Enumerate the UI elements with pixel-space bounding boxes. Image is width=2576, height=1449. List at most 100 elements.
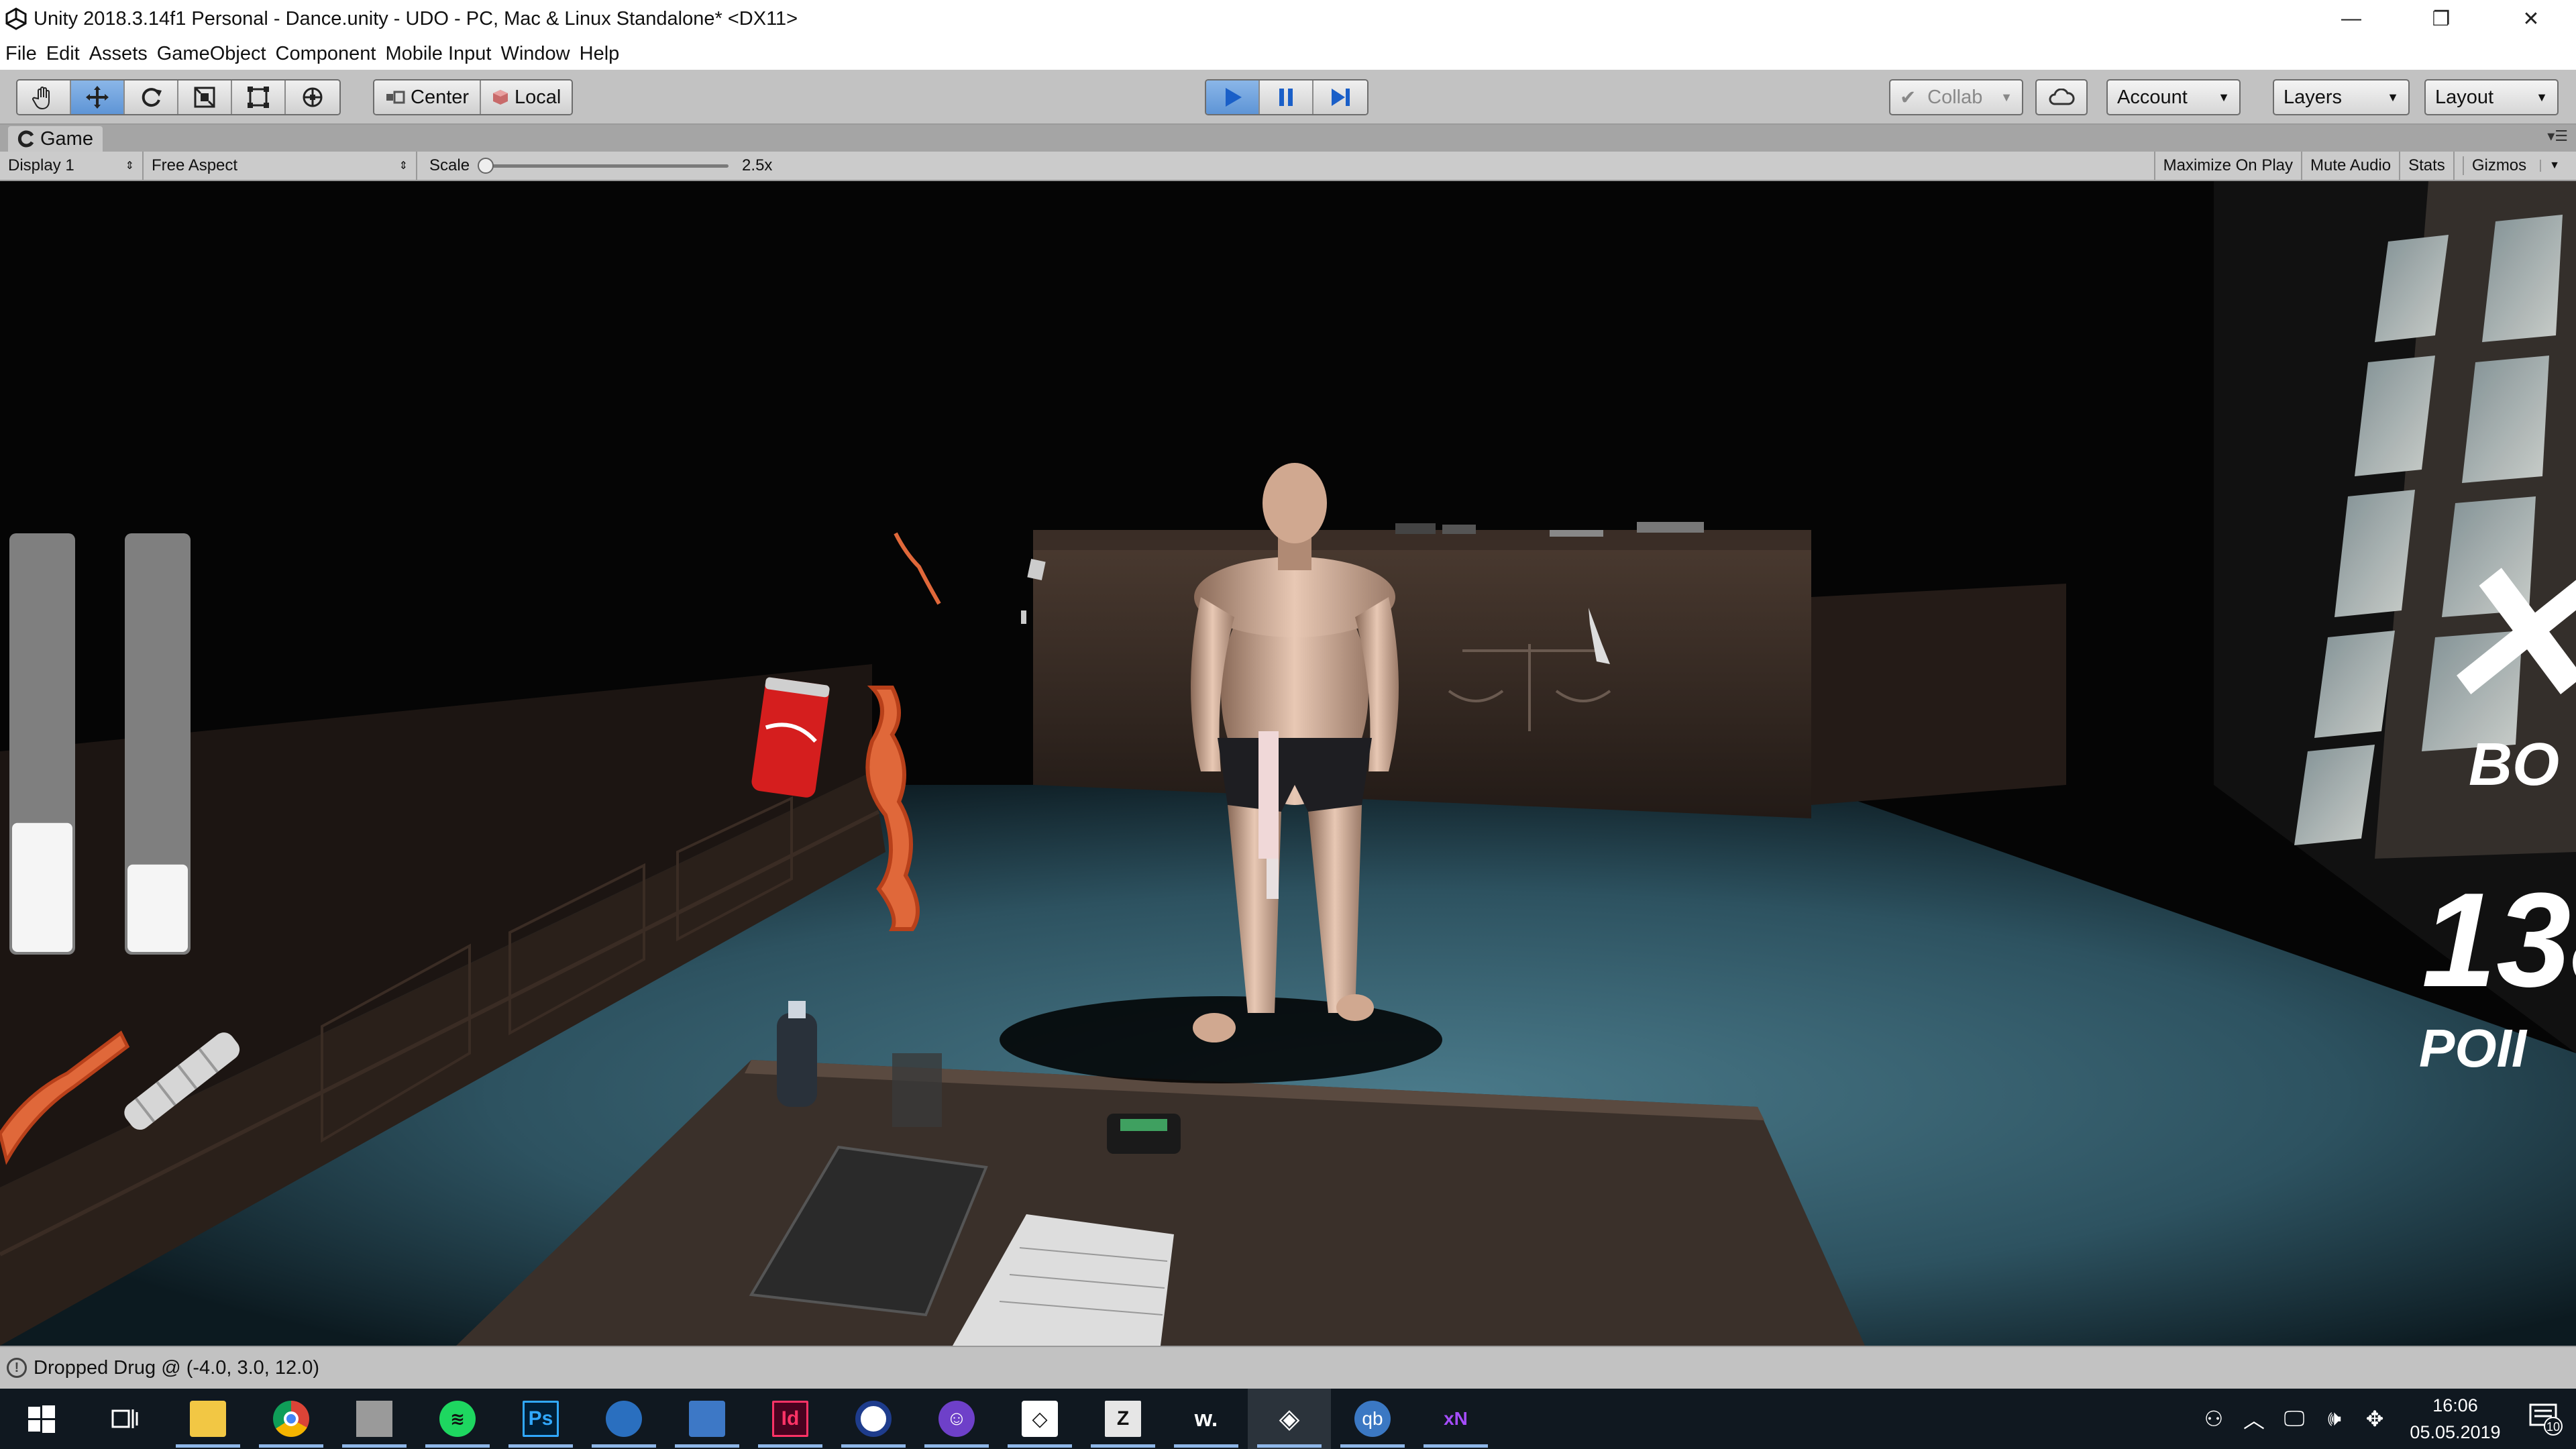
qbittorrent-icon: qb	[1354, 1401, 1391, 1437]
network-icon[interactable]: 🖵	[2274, 1406, 2314, 1432]
display-label: Display 1	[8, 156, 74, 174]
scale-slider[interactable]	[478, 158, 729, 174]
taskbar-chrome[interactable]	[250, 1389, 333, 1449]
close-button[interactable]: ✕	[2486, 0, 2576, 38]
action-center-button[interactable]: 10	[2516, 1401, 2576, 1437]
game-tab-header: Game ▾☰	[0, 125, 2576, 152]
display-dropdown[interactable]: Display 1 ⇕	[0, 152, 144, 180]
toolbar: Center Local ✔ Collab ▼ Account ▼ Layers…	[0, 70, 2576, 125]
taskbar-photoshop[interactable]: Ps	[499, 1389, 582, 1449]
pause-button[interactable]	[1260, 80, 1313, 114]
cloud-button[interactable]	[2035, 79, 2088, 115]
meter-1-fill	[12, 822, 72, 952]
taskbar-indesign[interactable]: Id	[749, 1389, 832, 1449]
system-tray: ⚇ ︿ 🖵 🕪 ✥ 16:06 05.05.2019 10	[2194, 1389, 2576, 1449]
menu-component[interactable]: Component	[276, 43, 376, 65]
rect-tool-button[interactable]	[232, 80, 286, 114]
status-bar: ! Dropped Drug @ (-4.0, 3.0, 12.0)	[0, 1346, 2576, 1389]
windows-taskbar: ≋ Ps Id ☺ ◇ Z w. ◈ qb xN ⚇ ︿ 🖵 🕪 ✥ 16:06…	[0, 1389, 2576, 1449]
wacom-icon: w.	[1194, 1405, 1218, 1432]
multiplier-x-icon: ✕	[2428, 522, 2576, 747]
chrome-icon	[273, 1401, 309, 1437]
menu-assets[interactable]: Assets	[89, 43, 148, 65]
game-view[interactable]: ✕ BO 138 POII	[0, 181, 2576, 1346]
indesign-icon: Id	[772, 1401, 808, 1437]
menu-file[interactable]: File	[5, 43, 37, 65]
game-tab[interactable]: Game	[8, 126, 103, 152]
updown-icon: ⇕	[398, 160, 408, 172]
notification-count: 10	[2546, 1420, 2560, 1434]
gizmos-dropdown[interactable]: Gizmos ▼	[2453, 152, 2576, 180]
chevron-up-icon[interactable]: ︿	[2234, 1403, 2274, 1434]
taskbar-remote-desktop[interactable]	[665, 1389, 749, 1449]
taskbar-cinema4d[interactable]	[832, 1389, 915, 1449]
transform-tool-button[interactable]	[286, 80, 339, 114]
move-tool-button[interactable]	[71, 80, 125, 114]
taskbar-wacom[interactable]: w.	[1165, 1389, 1248, 1449]
layers-dropdown[interactable]: Layers ▼	[2273, 79, 2410, 115]
collab-dropdown[interactable]: ✔ Collab ▼	[1889, 79, 2023, 115]
chevron-down-icon: ▼	[2000, 90, 2012, 104]
unity-logo-icon	[5, 7, 27, 30]
updown-icon: ⇕	[125, 160, 134, 172]
info-icon: !	[7, 1358, 27, 1378]
account-dropdown[interactable]: Account ▼	[2106, 79, 2241, 115]
collab-label: Collab	[1927, 86, 1983, 108]
points-text: POII	[2419, 1018, 2528, 1078]
task-view-icon	[111, 1409, 138, 1428]
volume-icon[interactable]: 🕪	[2314, 1406, 2355, 1432]
menu-window[interactable]: Window	[500, 43, 570, 65]
start-button[interactable]	[0, 1389, 83, 1449]
taskbar-file-explorer[interactable]	[166, 1389, 250, 1449]
mute-audio-toggle[interactable]: Mute Audio	[2301, 152, 2399, 180]
taskbar-blank-app[interactable]	[333, 1389, 416, 1449]
taskbar-thunderbird[interactable]	[582, 1389, 665, 1449]
rotate-tool-button[interactable]	[125, 80, 178, 114]
remote-desktop-icon	[689, 1401, 725, 1437]
maximize-on-play-toggle[interactable]: Maximize On Play	[2153, 152, 2301, 180]
cube-icon	[493, 90, 508, 105]
step-button[interactable]	[1313, 80, 1367, 114]
unity-icon: ◈	[1279, 1404, 1300, 1434]
pivot-local-label: Local	[515, 86, 561, 108]
menu-gameobject[interactable]: GameObject	[157, 43, 266, 65]
slider-thumb[interactable]	[478, 158, 494, 174]
system-clock[interactable]: 16:06 05.05.2019	[2395, 1392, 2516, 1446]
taskbar-zbrush[interactable]: Z	[1081, 1389, 1165, 1449]
menu-mobile-input[interactable]: Mobile Input	[385, 43, 491, 65]
hand-tool-button[interactable]	[17, 80, 71, 114]
taskbar-github[interactable]: ☺	[915, 1389, 998, 1449]
restore-button[interactable]: ❐	[2396, 0, 2486, 38]
taskbar-unity[interactable]: ◈	[1248, 1389, 1331, 1449]
pause-icon	[1279, 89, 1293, 106]
menu-help[interactable]: Help	[580, 43, 620, 65]
scale-tool-button[interactable]	[178, 80, 232, 114]
tab-menu-icon[interactable]: ▾☰	[2547, 127, 2568, 145]
unity-hub-icon: ◇	[1022, 1401, 1058, 1437]
minimize-button[interactable]: —	[2306, 0, 2396, 38]
play-icon	[1226, 88, 1242, 107]
aspect-dropdown[interactable]: Free Aspect ⇕	[144, 152, 417, 180]
move-icon	[86, 86, 109, 109]
taskbar-spotify[interactable]: ≋	[416, 1389, 499, 1449]
task-view-button[interactable]	[83, 1389, 166, 1449]
stats-toggle[interactable]: Stats	[2399, 152, 2453, 180]
thunderbird-icon	[606, 1401, 642, 1437]
window-title: Unity 2018.3.14f1 Personal - Dance.unity…	[34, 7, 798, 30]
status-message[interactable]: Dropped Drug @ (-4.0, 3.0, 12.0)	[34, 1357, 319, 1379]
layout-dropdown[interactable]: Layout ▼	[2424, 79, 2559, 115]
pivot-local-button[interactable]: Local	[481, 80, 572, 114]
game-tab-label: Game	[40, 127, 93, 150]
dropbox-icon[interactable]: ✥	[2355, 1406, 2395, 1432]
slider-track	[480, 164, 729, 168]
taskbar-qbittorrent[interactable]: qb	[1331, 1389, 1414, 1449]
taskbar-xnview[interactable]: xN	[1414, 1389, 1497, 1449]
play-button[interactable]	[1206, 80, 1260, 114]
rotate-icon	[142, 88, 162, 107]
blank-app-icon	[356, 1401, 392, 1437]
people-icon[interactable]: ⚇	[2194, 1406, 2234, 1432]
clock-time: 16:06	[2432, 1395, 2478, 1415]
menu-edit[interactable]: Edit	[46, 43, 80, 65]
taskbar-unity-hub[interactable]: ◇	[998, 1389, 1081, 1449]
pivot-center-button[interactable]: Center	[374, 80, 482, 114]
